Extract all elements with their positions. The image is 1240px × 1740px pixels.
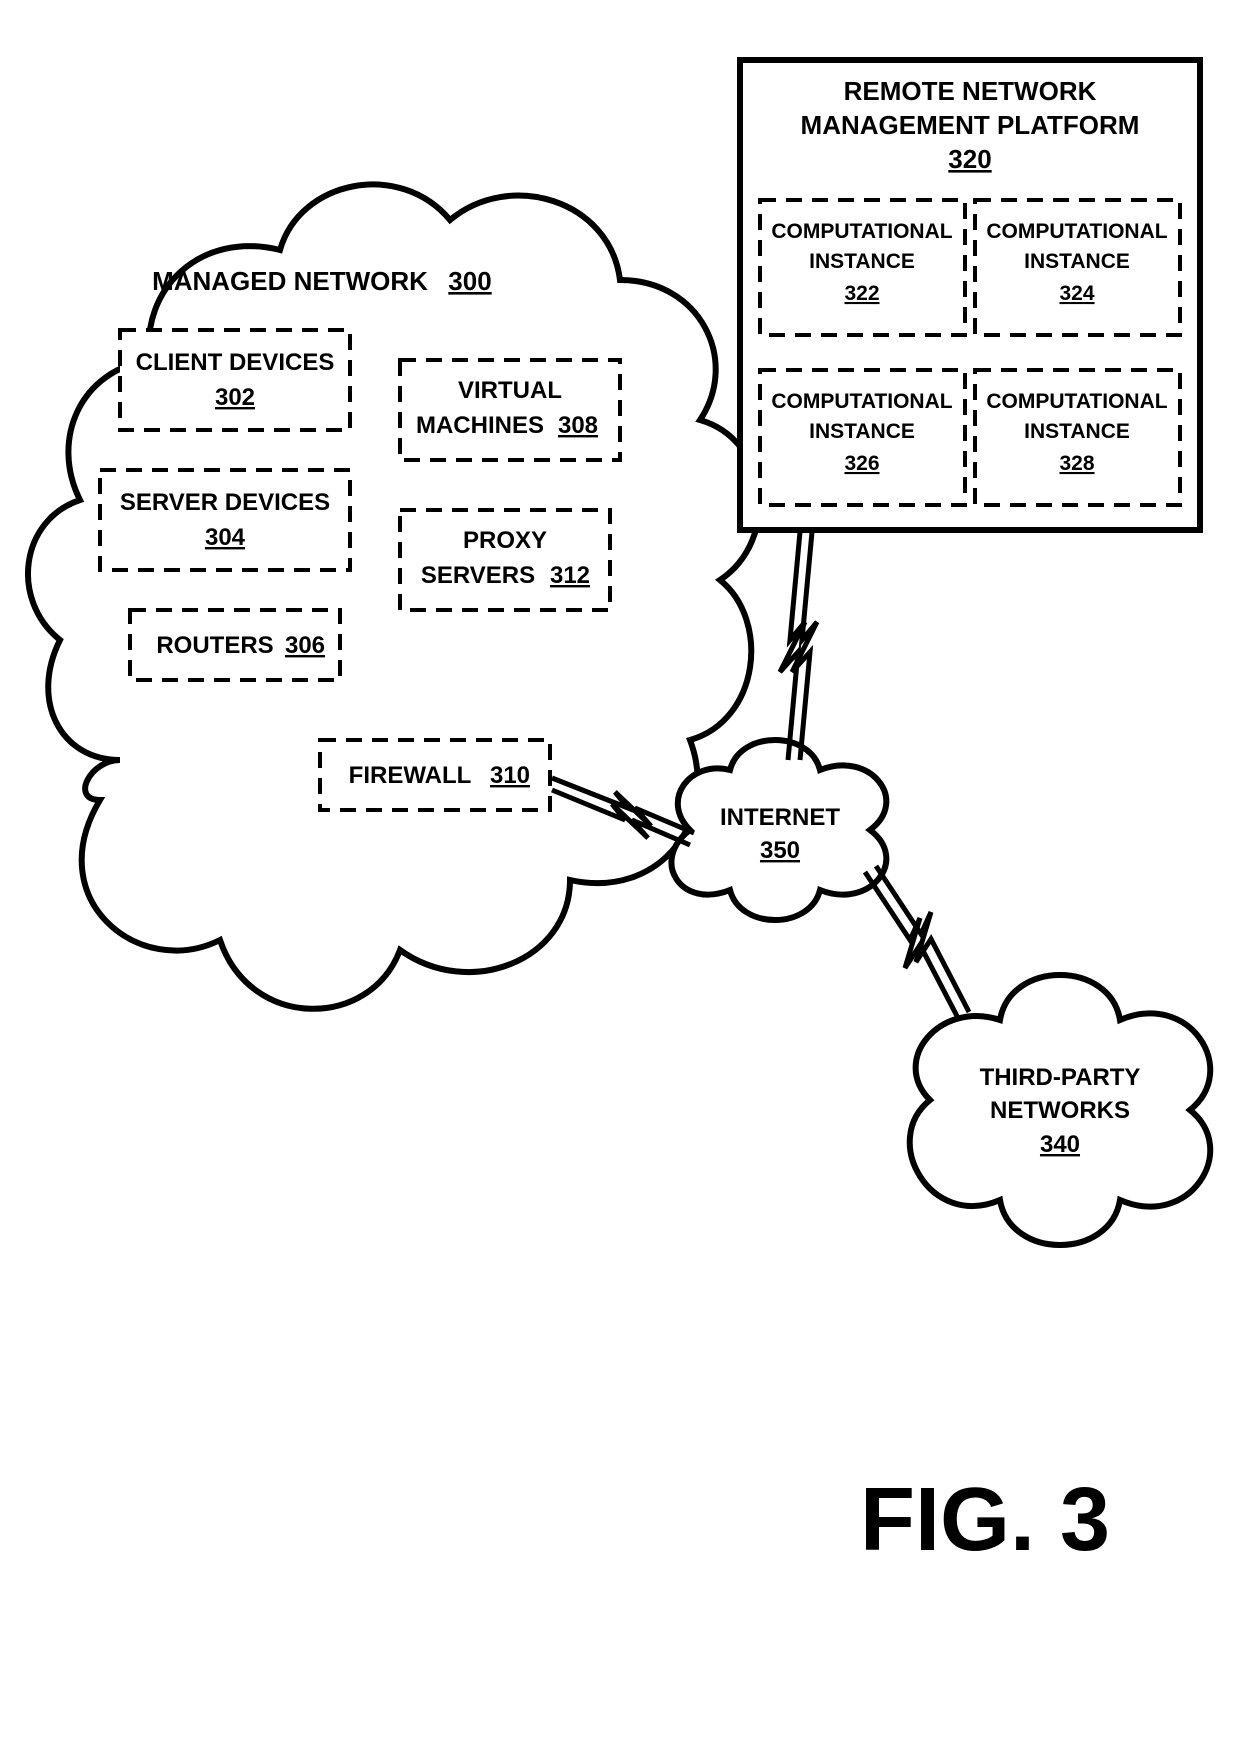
server-devices-ref: 304 xyxy=(205,524,246,551)
routers-label: ROUTERS xyxy=(156,632,273,659)
client-devices-ref: 302 xyxy=(215,384,255,411)
network-architecture-diagram: MANAGED NETWORK 300 CLIENT DEVICES 302 S… xyxy=(0,0,1240,1740)
virtual-machines-line2: MACHINES xyxy=(416,412,544,439)
connector-thirdparty-internet xyxy=(865,866,969,1018)
remote-platform-title1: REMOTE NETWORK xyxy=(844,76,1097,106)
managed-network-title: MANAGED NETWORK xyxy=(152,266,428,296)
ci322-line1: COMPUTATIONAL xyxy=(771,220,952,243)
internet-ref: 350 xyxy=(760,837,800,864)
proxy-servers-box: PROXY SERVERS 312 xyxy=(400,510,610,610)
virtual-machines-box: VIRTUAL MACHINES 308 xyxy=(400,360,620,460)
firewall-ref: 310 xyxy=(490,762,530,789)
virtual-machines-line1: VIRTUAL xyxy=(458,377,562,404)
third-party-ref: 340 xyxy=(1040,1131,1080,1158)
ci324-line1: COMPUTATIONAL xyxy=(986,220,1167,243)
computational-instance-322: COMPUTATIONAL INSTANCE 322 xyxy=(760,200,965,335)
client-devices-box: CLIENT DEVICES 302 xyxy=(120,330,350,430)
ci326-line2: INSTANCE xyxy=(809,420,915,443)
ci326-line1: COMPUTATIONAL xyxy=(771,390,952,413)
routers-ref: 306 xyxy=(285,632,325,659)
remote-platform-box: REMOTE NETWORK MANAGEMENT PLATFORM 320 C… xyxy=(740,60,1200,530)
connector-platform-internet xyxy=(780,532,817,760)
ci326-ref: 326 xyxy=(844,452,879,475)
client-devices-label: CLIENT DEVICES xyxy=(136,349,335,376)
routers-box: ROUTERS 306 xyxy=(130,610,340,680)
internet-label: INTERNET xyxy=(720,804,840,831)
server-devices-label: SERVER DEVICES xyxy=(120,489,330,516)
figure-label: FIG. 3 xyxy=(860,1470,1110,1570)
remote-platform-title2: MANAGEMENT PLATFORM xyxy=(801,110,1140,140)
third-party-line1: THIRD-PARTY xyxy=(980,1064,1141,1091)
computational-instance-324: COMPUTATIONAL INSTANCE 324 xyxy=(975,200,1180,335)
firewall-box: FIREWALL 310 xyxy=(320,740,550,810)
ci322-line2: INSTANCE xyxy=(809,250,915,273)
remote-platform-ref: 320 xyxy=(948,144,991,174)
ci324-ref: 324 xyxy=(1059,282,1094,305)
computational-instance-326: COMPUTATIONAL INSTANCE 326 xyxy=(760,370,965,505)
managed-network-ref: 300 xyxy=(448,266,491,296)
internet-cloud: INTERNET 350 xyxy=(671,740,886,920)
proxy-servers-line1: PROXY xyxy=(463,527,547,554)
ci328-line2: INSTANCE xyxy=(1024,420,1130,443)
proxy-servers-ref: 312 xyxy=(550,562,590,589)
firewall-label: FIREWALL xyxy=(349,762,472,789)
server-devices-box: SERVER DEVICES 304 xyxy=(100,470,350,570)
proxy-servers-line2: SERVERS xyxy=(421,562,535,589)
ci324-line2: INSTANCE xyxy=(1024,250,1130,273)
third-party-line2: NETWORKS xyxy=(990,1097,1130,1124)
ci322-ref: 322 xyxy=(844,282,879,305)
ci328-ref: 328 xyxy=(1059,452,1094,475)
computational-instance-328: COMPUTATIONAL INSTANCE 328 xyxy=(975,370,1180,505)
ci328-line1: COMPUTATIONAL xyxy=(986,390,1167,413)
virtual-machines-ref: 308 xyxy=(558,412,598,439)
managed-network-cloud: MANAGED NETWORK 300 CLIENT DEVICES 302 S… xyxy=(28,184,759,1008)
